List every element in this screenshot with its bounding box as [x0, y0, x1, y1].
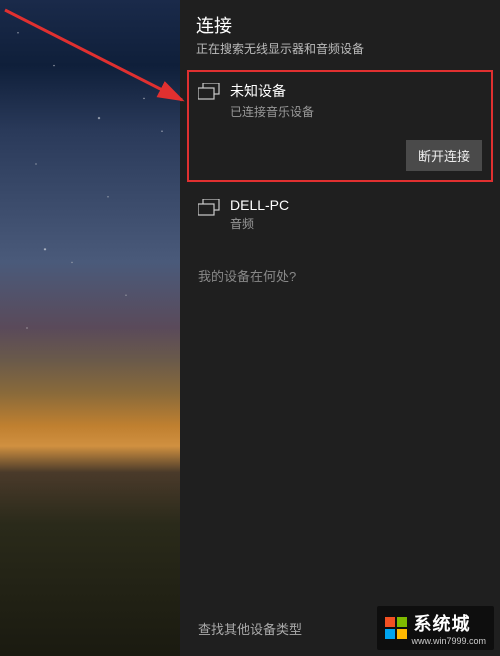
watermark-url: www.win7999.com: [411, 636, 486, 646]
disconnect-button[interactable]: 断开连接: [406, 140, 482, 171]
watermark: 系统城 www.win7999.com: [377, 606, 494, 650]
device-item-unknown[interactable]: 未知设备 已连接音乐设备 断开连接: [188, 71, 492, 181]
device-list: 未知设备 已连接音乐设备 断开连接 DELL-PC 音频: [180, 67, 500, 252]
device-name: 未知设备: [230, 81, 314, 101]
watermark-brand: 系统城: [413, 614, 470, 634]
display-device-icon: [198, 83, 220, 101]
device-item-dellpc[interactable]: DELL-PC 音频: [188, 187, 492, 242]
panel-title: 连接: [196, 12, 484, 38]
where-is-my-device-link[interactable]: 我的设备在何处?: [180, 252, 314, 299]
device-status: 音频: [230, 215, 289, 232]
desktop-wallpaper: [0, 0, 180, 656]
windows-logo-icon: [385, 617, 407, 639]
device-status: 已连接音乐设备: [230, 103, 314, 120]
find-other-devices-link[interactable]: 查找其他设备类型: [198, 619, 302, 638]
connect-panel: 连接 正在搜索无线显示器和音频设备 未知设备 已连接音乐设备 断开连接: [180, 0, 500, 656]
display-device-icon: [198, 199, 220, 217]
panel-header: 连接 正在搜索无线显示器和音频设备: [180, 0, 500, 67]
panel-subtitle: 正在搜索无线显示器和音频设备: [196, 40, 484, 57]
device-name: DELL-PC: [230, 197, 289, 213]
